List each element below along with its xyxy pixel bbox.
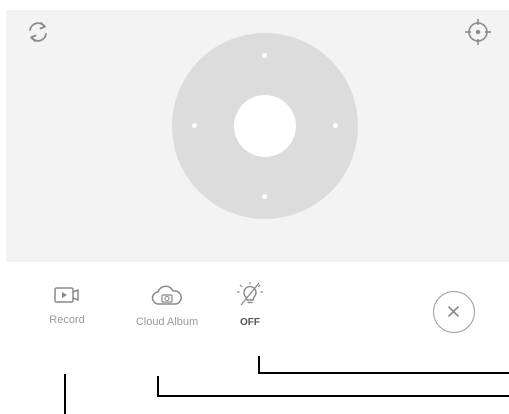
video-record-icon	[51, 284, 83, 306]
record-button[interactable]: Record	[32, 284, 102, 327]
cloud-album-callout-line	[157, 376, 159, 397]
light-toggle-button[interactable]: OFF	[224, 280, 276, 329]
light-bulb-icon	[235, 280, 265, 310]
crosshair-icon[interactable]	[462, 16, 494, 48]
cloud-album-button[interactable]: Cloud Album	[117, 284, 217, 329]
direction-pad[interactable]	[172, 33, 358, 219]
dpad-down-dot[interactable]	[262, 194, 267, 199]
dpad-up-dot[interactable]	[262, 53, 267, 58]
ptz-control-panel	[6, 10, 509, 262]
light-status-label: OFF	[240, 317, 260, 328]
light-callout-line	[258, 372, 509, 374]
close-button[interactable]	[433, 291, 475, 333]
record-label: Record	[49, 314, 85, 326]
cloud-album-icon	[149, 284, 185, 308]
camera-control-screen: Record Cloud Album OFF	[0, 0, 509, 414]
close-icon	[448, 306, 459, 317]
dpad-right-dot[interactable]	[333, 123, 338, 128]
rotate-icon[interactable]	[24, 18, 52, 46]
dpad-center-button[interactable]	[234, 95, 296, 157]
cloud-album-label: Cloud Album	[135, 316, 199, 328]
cloud-album-callout-line	[157, 395, 509, 397]
record-callout-line	[64, 374, 66, 414]
dpad-left-dot[interactable]	[192, 123, 197, 128]
